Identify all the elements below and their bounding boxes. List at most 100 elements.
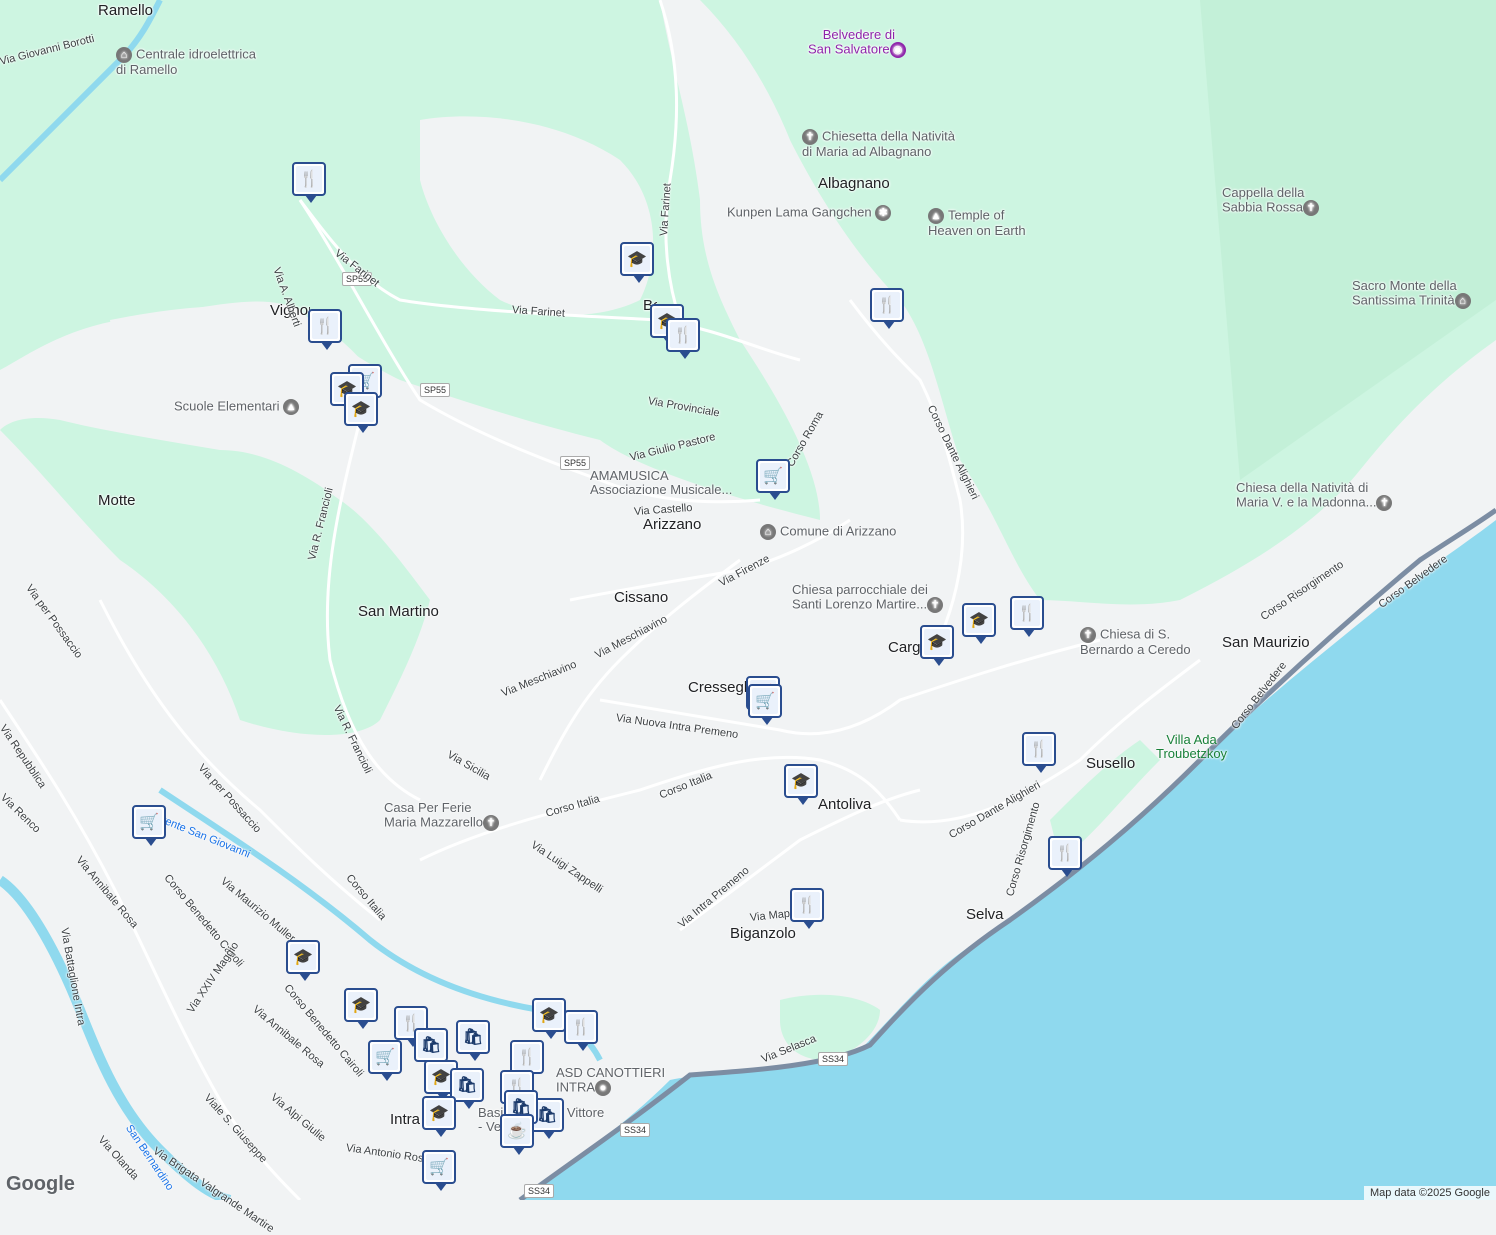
museum-icon: ⌂ — [116, 47, 132, 63]
route-shield: SS34 — [620, 1123, 651, 1137]
cart-icon: 🛒 — [136, 809, 162, 835]
town-label[interactable]: Arizzano — [643, 516, 701, 534]
school-icon: 🎓 — [348, 992, 374, 1018]
poi-label: Chiesetta della Natività di Maria ad Alb… — [802, 128, 955, 159]
school-pin[interactable]: 🎓 — [286, 940, 320, 981]
restaurant-icon: 🍴 — [568, 1014, 594, 1040]
poi-label: Sacro Monte della Santissima Trinità — [1352, 278, 1457, 308]
school-pin[interactable]: 🎓 — [920, 625, 954, 666]
school-icon: 🎓 — [290, 944, 316, 970]
poi-kunpen[interactable]: Kunpen Lama Gangchen ✱ — [727, 205, 895, 221]
restaurant-pin[interactable]: 🍴 — [870, 288, 904, 329]
poi-comune-arizzano[interactable]: ⌂ Comune di Arizzano — [760, 524, 896, 540]
camera-icon: ◉ — [889, 42, 906, 59]
restaurant-pin[interactable]: 🍴 — [1022, 732, 1056, 773]
museum-icon: ⌂ — [1454, 293, 1471, 310]
town-label[interactable]: Cissano — [614, 589, 668, 607]
town-label[interactable]: Susello — [1086, 755, 1135, 773]
restaurant-pin[interactable]: 🍴 — [666, 318, 700, 359]
poi-canottieri[interactable]: ASD CANOTTIERI INTRA ● — [556, 1065, 665, 1097]
school-icon: ▲ — [283, 399, 300, 415]
shopping-pin[interactable]: 🛒 — [748, 684, 782, 725]
school-icon: 🎓 — [624, 246, 650, 272]
restaurant-pin[interactable]: 🍴 — [510, 1040, 544, 1081]
church-icon: ✝ — [927, 597, 944, 614]
shopping-pin[interactable]: 🛍 — [414, 1028, 448, 1069]
school-icon: 🎓 — [788, 768, 814, 794]
restaurant-icon: 🍴 — [296, 166, 322, 192]
school-pin[interactable]: 🎓 — [962, 603, 996, 644]
restaurant-icon: 🍴 — [1052, 840, 1078, 866]
bag-icon: 🛍 — [454, 1072, 480, 1098]
cafe-pin[interactable]: ☕ — [500, 1114, 534, 1155]
town-label[interactable]: Biganzolo — [730, 925, 796, 943]
church-icon: ✝ — [482, 815, 499, 832]
restaurant-pin[interactable]: 🍴 — [292, 162, 326, 203]
town-label[interactable]: Ramello — [98, 2, 153, 20]
poi-villa-ada[interactable]: Villa Ada Troubetzkoy — [1156, 732, 1228, 762]
bag-icon: 🛍 — [460, 1024, 486, 1050]
shopping-pin[interactable]: 🛒 — [368, 1040, 402, 1081]
school-icon: 🎓 — [924, 629, 950, 655]
school-pin[interactable]: 🎓 — [422, 1096, 456, 1137]
school-pin[interactable]: 🎓 — [620, 242, 654, 283]
church-icon: ✝ — [1302, 200, 1319, 217]
school-icon: 🎓 — [426, 1100, 452, 1126]
poi-label: Centrale idroelettrica di Ramello — [116, 46, 256, 77]
restaurant-pin[interactable]: 🍴 — [564, 1010, 598, 1051]
restaurant-pin[interactable]: 🍴 — [790, 888, 824, 929]
poi-cappella-sabbia[interactable]: Cappella della Sabbia Rossa ✝ — [1222, 185, 1323, 217]
poi-label: Villa Ada Troubetzkoy — [1156, 732, 1228, 762]
town-label[interactable]: Intra — [390, 1111, 420, 1129]
town-label[interactable]: San Maurizio — [1222, 634, 1310, 652]
school-pin[interactable]: 🎓 — [344, 988, 378, 1029]
school-pin[interactable]: 🎓 — [344, 392, 378, 433]
poi-chiesetta-albagnano[interactable]: ✝ Chiesetta della Natività di Maria ad Al… — [802, 129, 955, 159]
town-label[interactable]: Antoliva — [818, 796, 871, 814]
shopping-pin[interactable]: 🛒 — [422, 1150, 456, 1191]
restaurant-icon: 🍴 — [1014, 600, 1040, 626]
town-label[interactable]: Cargiago — [888, 640, 920, 657]
poi-casa-ferie[interactable]: Casa Per Ferie Maria Mazzarello ✝ — [384, 800, 503, 832]
poi-scuole-elementari[interactable]: Scuole Elementari ▲ — [174, 399, 303, 415]
restaurant-pin[interactable]: 🍴 — [1010, 596, 1044, 637]
route-shield: SS34 — [524, 1184, 555, 1198]
school-pin[interactable]: 🎓 — [532, 998, 566, 1039]
restaurant-icon: 🍴 — [670, 322, 696, 348]
shopping-pin[interactable]: 🛍 — [456, 1020, 490, 1061]
town-label[interactable]: Selva — [966, 906, 1004, 924]
shopping-pin[interactable]: 🛒 — [132, 805, 166, 846]
town-label[interactable]: San Martino — [358, 603, 439, 621]
poi-sacro-monte[interactable]: Sacro Monte della Santissima Trinità ⌂ — [1352, 278, 1475, 310]
town-label[interactable]: Motte — [98, 492, 136, 510]
cart-icon: 🛒 — [372, 1044, 398, 1070]
poi-chiesa-nativita[interactable]: Chiesa della Natività di Maria V. e la M… — [1236, 480, 1396, 512]
restaurant-pin[interactable]: 🍴 — [1048, 836, 1082, 877]
poi-label: Comune di Arizzano — [780, 523, 897, 539]
bag-icon: 🛍 — [418, 1032, 444, 1058]
map-attribution[interactable]: Map data ©2025 Google — [1363, 1186, 1496, 1200]
restaurant-pin[interactable]: 🍴 — [308, 309, 342, 350]
town-label[interactable]: Cresseglio — [688, 680, 746, 697]
church-icon: ✝ — [1080, 627, 1096, 643]
poi-centrale-ramello[interactable]: ⌂ Centrale idroelettrica di Ramello — [116, 47, 256, 77]
church-icon: ✝ — [1376, 495, 1393, 512]
cart-icon: 🛒 — [760, 463, 786, 489]
cafe-icon: ☕ — [504, 1118, 530, 1144]
poi-chiesa-lorenzo[interactable]: Chiesa parrocchiale dei Santi Lorenzo Ma… — [792, 582, 947, 614]
poi-amamusica[interactable]: AMAMUSICA Associazione Musicale... — [590, 468, 732, 498]
shopping-pin[interactable]: 🛒 — [756, 459, 790, 500]
poi-belvedere[interactable]: Belvedere di San Salvatore ◉ — [808, 27, 910, 59]
school-pin[interactable]: 🎓 — [784, 764, 818, 805]
map-canvas[interactable] — [0, 0, 1496, 1200]
church-icon: ✝ — [802, 129, 818, 145]
route-shield: SS34 — [818, 1052, 849, 1066]
poi-label: Chiesa parrocchiale dei Santi Lorenzo Ma… — [792, 582, 928, 612]
poi-temple-heaven[interactable]: ▲ Temple of Heaven on Earth — [928, 208, 1026, 238]
poi-label: Chiesa di S. Bernardo a Ceredo — [1080, 626, 1191, 657]
town-label[interactable]: Albagnano — [818, 175, 890, 193]
poi-chiesa-bernardo[interactable]: ✝ Chiesa di S. Bernardo a Ceredo — [1080, 627, 1191, 657]
restaurant-icon: 🍴 — [1026, 736, 1052, 762]
temple-icon: ✱ — [875, 205, 892, 221]
restaurant-icon: 🍴 — [312, 313, 338, 339]
